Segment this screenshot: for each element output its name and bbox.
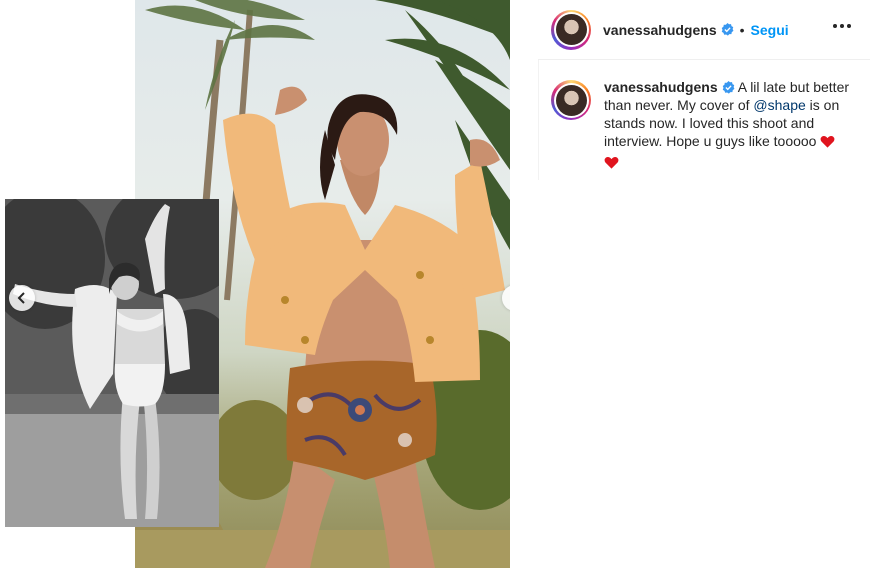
- inset-photo-illustration: [5, 199, 219, 527]
- post-header: vanessahudgens • Segui: [538, 0, 870, 60]
- caption-text: vanessahudgens A lil late but better tha…: [604, 78, 854, 174]
- caption-avatar-image: [555, 84, 587, 116]
- caption-avatar[interactable]: [551, 80, 591, 120]
- follow-button[interactable]: Segui: [751, 22, 789, 38]
- verified-badge-icon: [721, 23, 734, 36]
- separator-dot: •: [739, 21, 745, 38]
- avatar[interactable]: [551, 9, 591, 50]
- inset-photo: [5, 199, 219, 527]
- post-media[interactable]: [0, 0, 510, 568]
- carousel-prev-button[interactable]: [9, 285, 35, 311]
- verified-badge-icon: [722, 81, 735, 94]
- caption-divider: [538, 60, 539, 180]
- avatar-image: [555, 14, 587, 45]
- more-options-icon: [833, 24, 837, 28]
- chevron-right-icon: [509, 292, 510, 304]
- post-side-panel: vanessahudgens • Segui vanessahudgens A …: [538, 0, 870, 568]
- more-options-button[interactable]: [831, 18, 853, 34]
- heart-emoji-icon: [604, 156, 619, 174]
- mention-link[interactable]: @shape: [753, 97, 805, 113]
- caption-username-link[interactable]: vanessahudgens: [604, 79, 718, 95]
- caption-comment: vanessahudgens A lil late but better tha…: [538, 60, 870, 174]
- heart-emoji-icon: [820, 135, 835, 153]
- username-link[interactable]: vanessahudgens: [603, 22, 717, 38]
- chevron-left-icon: [17, 292, 25, 304]
